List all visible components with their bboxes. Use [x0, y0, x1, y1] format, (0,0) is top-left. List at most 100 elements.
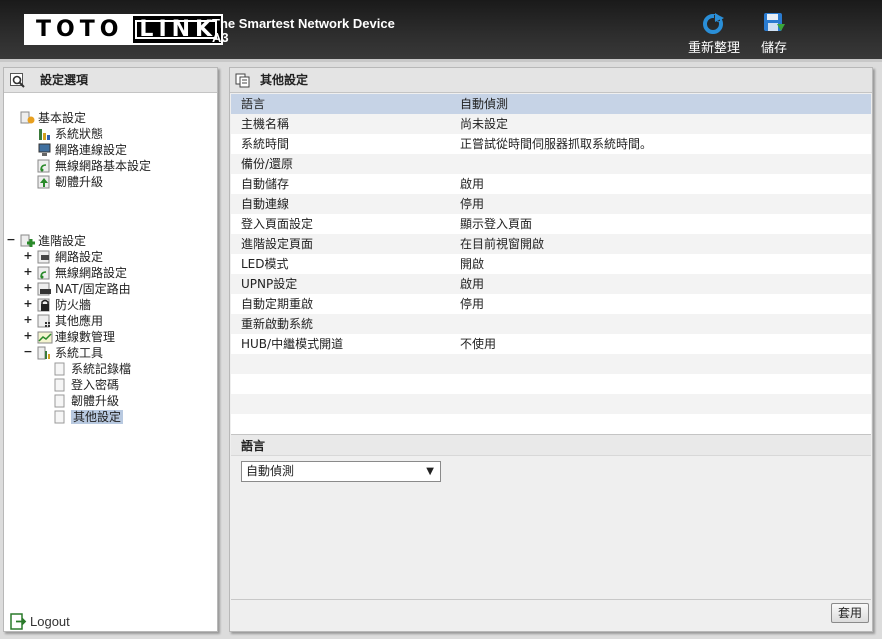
- tree-network-settings[interactable]: 網路設定: [37, 249, 103, 265]
- settings-table: 語言 自動偵測 主機名稱 尚未設定 系統時間 正嘗試從時間伺服器抓取系統時間。 備份/…: [231, 94, 871, 434]
- tree-network-connection[interactable]: 網路連線設定: [37, 142, 127, 158]
- table-row[interactable]: 系統時間 正嘗試從時間伺服器抓取系統時間。: [231, 134, 871, 154]
- tree-other-applications[interactable]: 其他應用: [37, 313, 103, 329]
- row-value: 開啟: [460, 257, 485, 271]
- wireless-settings-expand-toggle[interactable]: +: [23, 265, 33, 278]
- table-row[interactable]: 自動連線 停用: [231, 194, 871, 214]
- table-row[interactable]: 重新啟動系統: [231, 314, 871, 334]
- tree-basic-settings[interactable]: 基本設定: [20, 110, 86, 126]
- tree-nat-routing[interactable]: NAT/固定路由: [37, 281, 131, 297]
- table-row[interactable]: 備份/還原: [231, 154, 871, 174]
- table-row[interactable]: 登入頁面設定 顯示登入頁面: [231, 214, 871, 234]
- table-row[interactable]: 自動定期重啟 停用: [231, 294, 871, 314]
- row-key: 語言: [241, 97, 266, 111]
- tree-firmware-upgrade[interactable]: 韌體升級: [37, 174, 103, 190]
- row-value: 不使用: [460, 337, 497, 351]
- row-key: 備份/還原: [241, 157, 294, 171]
- tree-system-log[interactable]: 系統記錄檔: [53, 361, 131, 377]
- row-value: 啟用: [460, 177, 485, 191]
- footer-divider: [231, 599, 871, 600]
- firewall-expand-toggle[interactable]: +: [23, 297, 33, 310]
- language-select[interactable]: 自動偵測 ▼: [241, 461, 441, 482]
- advanced-collapse-toggle[interactable]: −: [6, 233, 16, 246]
- tree-system-status[interactable]: 系統狀態: [37, 126, 103, 142]
- rearrange-button[interactable]: 重新整理: [685, 12, 743, 56]
- top-header: TOTO LINK The Smartest Network Device A3…: [0, 0, 882, 62]
- dropdown-arrow-icon: ▼: [426, 466, 434, 477]
- content-panel-header: 其他設定: [230, 68, 872, 93]
- left-navigation-panel: 設定選項 基本設定 系統狀態 網路連線設定 無線網路基本設定 韌體升級 − 進階…: [3, 67, 218, 632]
- apply-button[interactable]: 套用: [831, 603, 869, 623]
- row-key: 主機名稱: [241, 117, 290, 131]
- tree-tools-firmware-upgrade[interactable]: 韌體升級: [53, 393, 119, 409]
- language-section-title: 語言: [231, 434, 871, 456]
- table-row[interactable]: LED模式 開啟: [231, 254, 871, 274]
- table-row[interactable]: 主機名稱 尚未設定: [231, 114, 871, 134]
- table-row-empty: [231, 374, 871, 394]
- table-row[interactable]: 進階設定頁面 在目前視窗開啟: [231, 234, 871, 254]
- table-row[interactable]: HUB/中繼模式開道 不使用: [231, 334, 871, 354]
- tree-system-tools[interactable]: 系統工具: [37, 345, 103, 361]
- row-key: 登入頁面設定: [241, 217, 314, 231]
- wireless-settings-icon: [37, 266, 50, 280]
- row-value: 顯示登入頁面: [460, 217, 533, 231]
- apps-icon: [37, 314, 50, 328]
- logo-text-link: LINK: [131, 16, 222, 43]
- other-apps-expand-toggle[interactable]: +: [23, 313, 33, 326]
- tree-wireless-basic[interactable]: 無線網路基本設定: [37, 158, 151, 174]
- save-icon: [764, 13, 785, 31]
- wireless-icon: [37, 159, 50, 173]
- content-panel-title: 其他設定: [260, 73, 309, 87]
- tree-advanced-settings[interactable]: 進階設定: [20, 233, 86, 249]
- language-select-value: 自動偵測: [246, 464, 295, 478]
- model-name: A3: [212, 30, 229, 45]
- totolink-logo: TOTO LINK: [24, 14, 224, 45]
- connection-mgmt-expand-toggle[interactable]: +: [23, 329, 33, 342]
- row-key: HUB/中繼模式開道: [241, 337, 344, 351]
- row-key: 系統時間: [241, 137, 290, 151]
- content-panel: 其他設定 語言 自動偵測 主機名稱 尚未設定 系統時間 正嘗試從時間伺服器抓取系統時間…: [229, 67, 873, 632]
- logout-link[interactable]: Logout: [10, 613, 70, 630]
- table-row[interactable]: 語言 自動偵測: [231, 94, 871, 114]
- page-icon: [54, 410, 65, 424]
- row-value: 停用: [460, 197, 485, 211]
- copy-pages-icon: [235, 73, 250, 88]
- chart-line-icon: [37, 331, 53, 344]
- logo-text-toto: TOTO: [26, 16, 132, 43]
- tree-wireless-settings[interactable]: 無線網路設定: [37, 265, 127, 281]
- system-tools-collapse-toggle[interactable]: −: [23, 345, 33, 358]
- row-value: 正嘗試從時間伺服器抓取系統時間。: [460, 137, 653, 151]
- save-button[interactable]: 儲存: [756, 12, 792, 56]
- tagline-text: The Smartest Network Device: [212, 16, 395, 31]
- row-key: UPNP設定: [241, 277, 298, 291]
- table-row-empty: [231, 414, 871, 434]
- page-icon: [54, 378, 65, 392]
- save-label: 儲存: [760, 41, 787, 56]
- tree-firewall[interactable]: 防火牆: [37, 297, 91, 313]
- bar-chart-icon: [39, 129, 50, 140]
- page-icon: [54, 394, 65, 408]
- folder-settings-icon: [20, 111, 35, 124]
- nat-routing-expand-toggle[interactable]: +: [23, 281, 33, 294]
- tools-chart-icon: [37, 346, 50, 360]
- tree-other-settings[interactable]: 其他設定: [53, 409, 124, 425]
- table-row-empty: [231, 354, 871, 374]
- row-value: 停用: [460, 297, 485, 311]
- rearrange-label: 重新整理: [687, 41, 740, 56]
- tree-login-password[interactable]: 登入密碼: [53, 377, 119, 393]
- tree-connection-management[interactable]: 連線數管理: [37, 329, 115, 345]
- table-row[interactable]: 自動儲存 啟用: [231, 174, 871, 194]
- folder-plus-icon: [20, 234, 35, 247]
- row-key: LED模式: [241, 257, 289, 271]
- table-row[interactable]: UPNP設定 啟用: [231, 274, 871, 294]
- upgrade-icon: [37, 175, 50, 189]
- lock-icon: [37, 298, 50, 312]
- row-key: 自動儲存: [241, 177, 290, 191]
- page-icon: [54, 362, 65, 376]
- router-icon: [37, 282, 51, 296]
- logout-label: Logout: [30, 614, 70, 629]
- header-tagline: The Smartest Network Device A3: [212, 17, 395, 45]
- network-settings-expand-toggle[interactable]: +: [23, 249, 33, 262]
- logout-icon: [10, 613, 27, 630]
- table-row-empty: [231, 394, 871, 414]
